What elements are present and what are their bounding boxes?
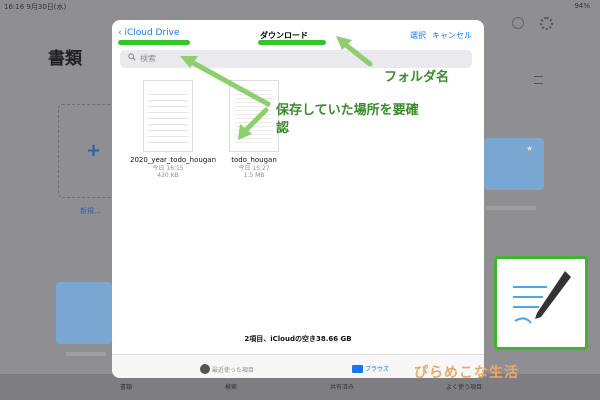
annotation-folder-name: フォルダ名 [384, 70, 450, 85]
pen-note-icon [513, 271, 571, 324]
annotation-saved-location: 保存していた場所を要確認 [276, 103, 419, 136]
app-icon [494, 256, 588, 350]
brand-logo: ぴらめこな生活 [414, 365, 519, 381]
